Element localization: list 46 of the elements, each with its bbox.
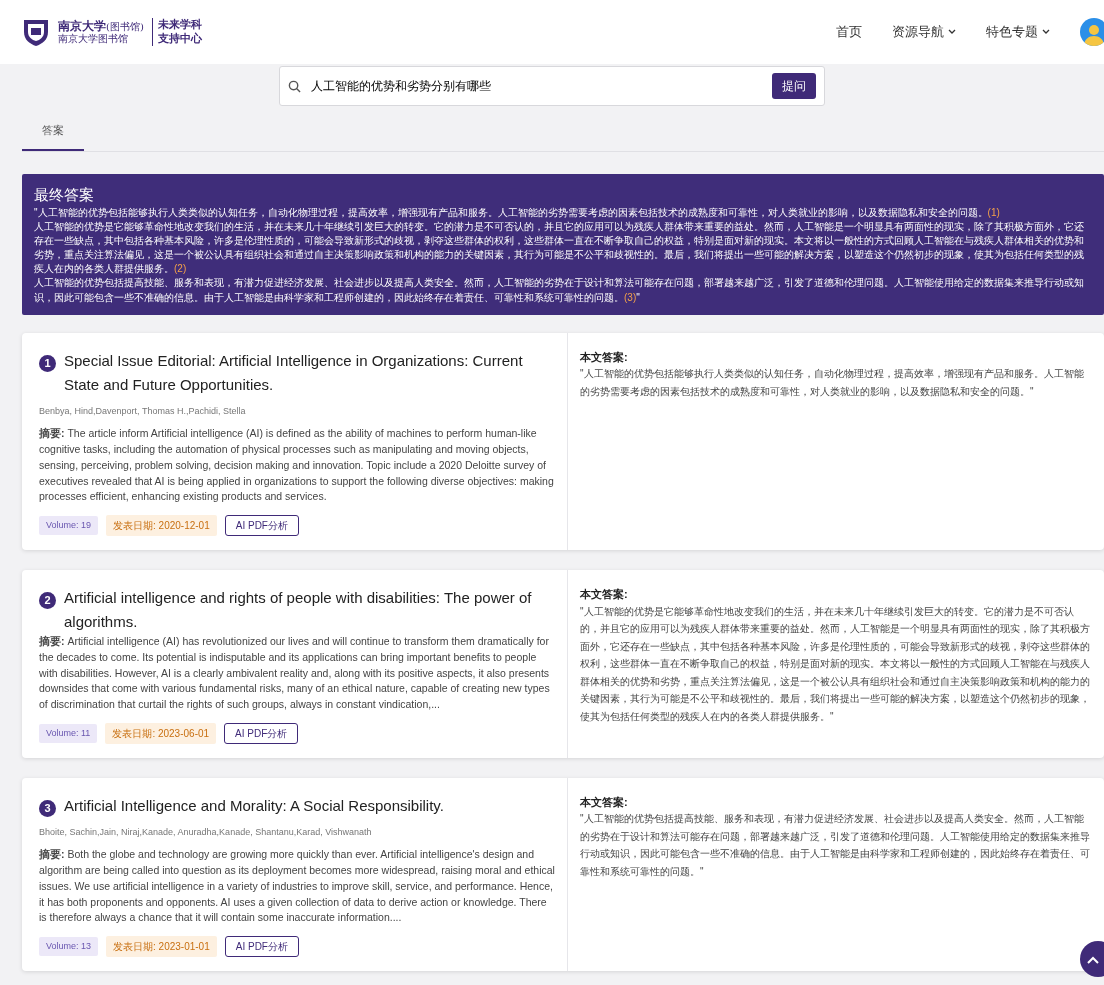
logo-text: 南京大学(图书馆) <box>58 18 144 33</box>
ask-button[interactable]: 提问 <box>772 73 816 99</box>
paper-title[interactable]: Special Issue Editorial: Artificial Intelligence in Organizations: Current State and Future Opportunities. <box>64 348 555 397</box>
date-tag: 发表日期: 2023-01-01 <box>106 936 217 958</box>
authors: Benbya, Hind,Davenport, Thomas H.,Pachidi, Stella <box>39 404 247 418</box>
answer-label: 本文答案: <box>580 349 629 365</box>
volume-tag: Volume: 19 <box>39 515 99 536</box>
crest-icon <box>22 17 50 47</box>
abstract: 摘要: Both the globe and technology are growing more quickly than ever. Artificial intelligence's design and algorithm are being called into question as its deployment becomes more widespread, raising moral and ethical issues. We use artificial intelligence in a variety of industries to improve skill, service, and performance. Hence, it has both proponents and opponents. AI uses a given collection of data to derive action or knowledge. There is therefore always a chance that it will contain some inaccurate information.... <box>39 847 555 926</box>
number-icon: 1 <box>39 354 56 372</box>
logo-text: 支持中心 <box>157 32 202 47</box>
volume-tag: Volume: 11 <box>39 723 98 744</box>
answer-paragraph: 人工智能的优势包括提高技能、服务和表现，有潜力促进经济发展、社会进步以及提高人类安全。然而，人工智能的劣势在于设计和算法可能存在问题，部署越来越广泛，引发了道德和伦理问题。人工智能使用给定的数据集来推导行动或知识，因此可能包含一些不准确的信息。由于人工智能是由科学家和工程师创建的，因此始终存在着责任、可靠性和系统可靠性的问题。(3)" <box>34 276 1085 305</box>
nav-link[interactable]: 资源导航 <box>892 22 956 42</box>
answer-label: 本文答案: <box>580 794 629 810</box>
search-field[interactable]: 人工智能的优势和劣势分别有哪些 提问 <box>279 66 825 106</box>
answer-paragraph: "人工智能的优势包括能够执行人类类似的认知任务，自动化物理过程，提高效率，增强现有产品和服务。人工智能的劣势需要考虑的因素包括技术的成熟度和可靠性，对人类就业的影响，以及数据隐私和安全的问题。(1) <box>34 205 1001 220</box>
date-tag: 发表日期: 2023-06-01 <box>105 722 217 744</box>
answer-label: 本文答案: <box>580 587 629 603</box>
nav-link[interactable]: 特色专题 <box>986 22 1050 42</box>
tab[interactable]: 答案 <box>22 112 84 151</box>
abstract: 摘要: The article inform Artificial intelligence (AI) is defined as the ability of machines to perform human-like cognitive tasks, including the automation of physical processes such as manipulating and moving objects, sensing, perceiving, problem solving, decision making and innovation. Topic include a 2020 Deloitte survey of executives revealed that AI is being applied in organizations to support the following diverse objectives: making processes efficient, enhancing existing products and services. <box>39 426 555 505</box>
date-tag: 发表日期: 2020-12-01 <box>106 515 217 537</box>
volume-tag: Volume: 13 <box>39 936 99 957</box>
logo-subtext: 南京大学图书馆 <box>58 33 129 46</box>
abstract: 摘要: Artificial intelligence (AI) has revolutionized our lives and will continue to transform them dramatically for the decades to come. Its potential is indisputable and its applications can bring important benefits to people with disabilities. However, AI is a clearly ambivalent reality and, along with its positive aspects, it also presents downsides that come with various fundamental risks, many of an ethical nature, capable of creating new types of discrimination that curtail the rights of such groups, always in constant vindication,... <box>39 634 551 713</box>
answer-paragraph: 人工智能的优势是它能够革命性地改变我们的生活，并在未来几十年继续引发巨大的转变。它的潜力是不可否认的，并且它的应用可以为残疾人群体带来重要的益处。然而，人工智能是一个明显具有两面性的现实，除了其积极方面外，它还存在一些缺点，其中包括各种基本风险，许多是伦理性质的，可能会导致新形式的歧视，剥夺这些群体的权利，这些群体一直在不断争取自己的权益，特别是面对新的现实。本文将以一般性的方式回顾人工智能在与残疾人群体相关的优势和劣势，重点关注算法偏见，这是一个被公认具有组织社会和通过自主决策影响政策和机构的能力的关键因素，其行为可能是不公平和歧视性的。最后，我们将提出一些可能的解决方案，以塑造这个仍然初步的现象，使其为包括任何类型的残疾人在内的各类人群提供服务。(2) <box>34 219 1085 277</box>
answer-text: "人工智能的优势是它能够革命性地改变我们的生活，并在未来几十年继续引发巨大的转变。它的潜力是不可否认的，并且它的应用可以为残疾人群体带来重要的益处。然而，人工智能是一个明显具有两面性的现实，除了其积极方面外，它还存在一些缺点，其中包括各种基本风险，许多是伦理性质的，可能会导致新形式的歧视，剥夺这些群体的权利，这些群体一直在不断争取自己的权益，特别是面对新的现实。本文将以一般性的方式回顾人工智能在与残疾人群体相关的优势和劣势，重点关注算法偏见，这是一个被公认具有组织社会和通过自主决策影响政策和机构的能力的关键因素，其行为可能是不公平和歧视性的。最后，我们将提出一些可能的解决方案，以塑造这个仍然初步的现象，使其为包括任何类型的残疾人在内的各类人群提供服务。" <box>580 604 1091 724</box>
avatar-icon[interactable] <box>1080 18 1104 46</box>
logo-text: 未来学科 <box>157 17 202 32</box>
pdf-analysis-button[interactable]: AI PDF分析 <box>224 722 299 744</box>
paper-title[interactable]: Artificial Intelligence and Morality: A Social Responsibility. <box>64 793 444 818</box>
search-icon <box>288 79 301 93</box>
number-icon: 3 <box>39 799 56 817</box>
panel-title: 最终答案 <box>34 185 95 204</box>
authors: Bhoite, Sachin,Jain, Niraj,Kanade, Anuradha,Kanade, Shantanu,Karad, Vishwanath <box>39 825 373 839</box>
chevron-up-icon <box>1086 954 1100 965</box>
chevron-down-icon <box>948 29 956 35</box>
answer-text: "人工智能的优势包括提高技能、服务和表现，有潜力促进经济发展、社会进步以及提高人类安全。然而，人工智能的劣势在于设计和算法可能存在问题，部署越来越广泛，引发了道德和伦理问题。人工智能使用给定的数据集来推导行动或知识，因此可能包含一些不准确的信息。由于人工智能是由科学家和工程师创建的，因此始终存在着责任、可靠性和系统可靠性的问题。" <box>580 812 1091 879</box>
number-icon: 2 <box>39 592 56 610</box>
nav-link[interactable]: 首页 <box>836 22 862 42</box>
pdf-analysis-button[interactable]: AI PDF分析 <box>224 936 299 958</box>
paper-title[interactable]: Artificial intelligence and rights of people with disabilities: The power of algorithms. <box>64 586 555 635</box>
chevron-down-icon <box>1042 29 1050 35</box>
answer-text: "人工智能的优势包括能够执行人类类似的认知任务，自动化物理过程，提高效率，增强现有产品和服务。人工智能的劣势需要考虑的因素包括技术的成熟度和可靠性，对人类就业的影响，以及数据隐私和安全的问题。" <box>580 367 1085 399</box>
pdf-analysis-button[interactable]: AI PDF分析 <box>224 515 299 537</box>
